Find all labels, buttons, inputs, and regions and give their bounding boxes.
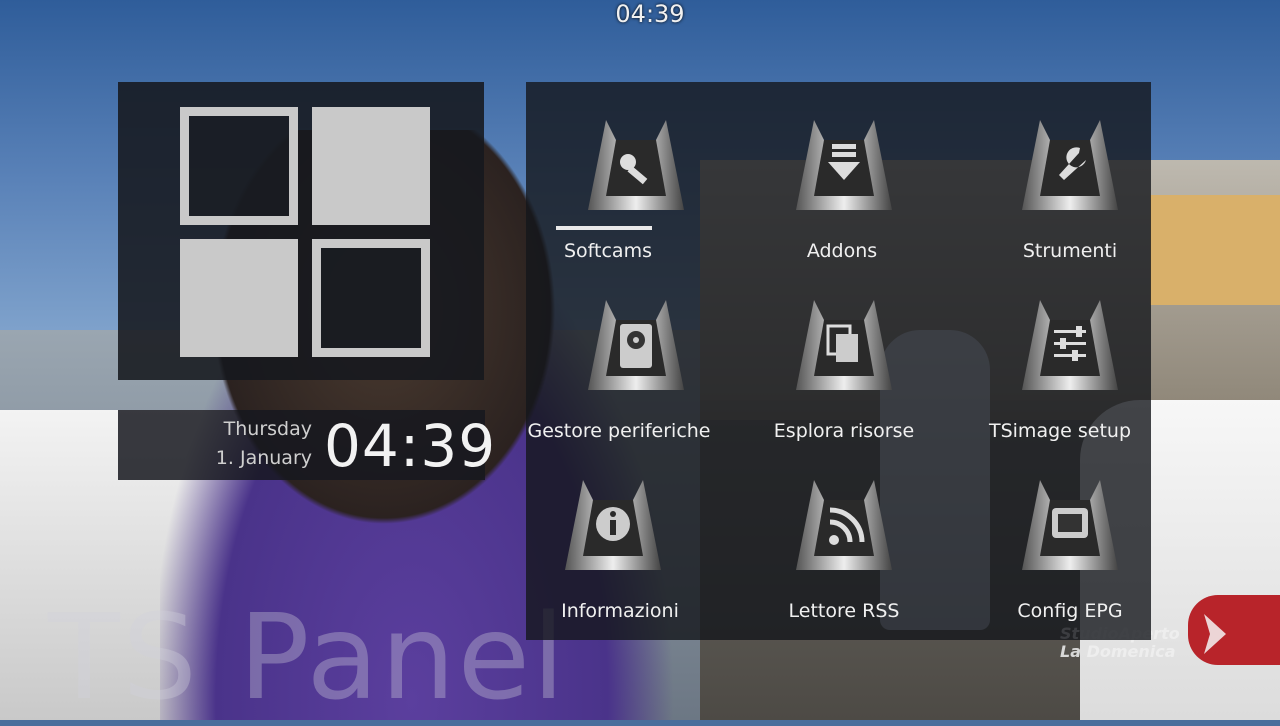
folder-files-icon [796, 300, 892, 390]
logo-tile-top-left [180, 107, 298, 225]
menu-item-esplora-risorse[interactable]: Esplora risorse [734, 262, 954, 442]
softcam-icon [588, 120, 684, 210]
menu-item-addons[interactable]: Addons [734, 82, 954, 262]
menu-item-softcams[interactable]: Softcams [526, 82, 746, 262]
date-label: 1. January [215, 447, 312, 469]
panel-watermark: TS Panel [48, 588, 567, 726]
sliders-icon [1022, 300, 1118, 390]
menu-item-informazioni[interactable]: Informazioni [526, 442, 746, 622]
logo-tile-top-right [312, 107, 430, 225]
menu-item-label: Addons [806, 240, 878, 262]
hard-drive-icon [588, 300, 684, 390]
menu-item-label: Config EPG [1017, 600, 1123, 622]
menu-item-lettore-rss[interactable]: Lettore RSS [734, 442, 954, 622]
menu-item-label: Strumenti [1022, 240, 1118, 262]
download-icon [796, 120, 892, 210]
channel-arrow-icon [1204, 614, 1226, 654]
menu-item-label: Gestore periferiche [527, 420, 711, 442]
weekday-label: Thursday [223, 418, 312, 440]
menu-item-label: Esplora risorse [773, 420, 915, 442]
date-time-panel: Thursday 1. January 04:39 [118, 410, 495, 480]
menu-item-gestore-periferiche[interactable]: Gestore periferiche [526, 262, 746, 442]
menu-item-label: Informazioni [561, 600, 679, 622]
menu-item-label: Lettore RSS [788, 600, 900, 622]
wrench-icon [1022, 120, 1118, 210]
menu-item-tsimage-setup[interactable]: TSimage setup [950, 262, 1170, 442]
menu-item-label: Softcams [564, 240, 652, 262]
logo-tile-bottom-left [180, 239, 298, 357]
logo-panel [118, 82, 484, 380]
top-clock: 04:39 [615, 0, 685, 28]
logo-tile-bottom-right [312, 239, 430, 357]
menu-item-strumenti[interactable]: Strumenti [960, 82, 1180, 262]
rss-icon [796, 480, 892, 570]
menu-item-label: TSimage setup [988, 420, 1132, 442]
main-menu-panel: Softcams Addons Strumenti Gestore perife… [526, 82, 1151, 640]
big-clock: 04:39 [324, 412, 497, 480]
selection-indicator [556, 226, 652, 230]
tv-icon [1022, 480, 1118, 570]
info-icon [565, 480, 661, 570]
menu-item-config-epg[interactable]: Config EPG [960, 442, 1180, 622]
